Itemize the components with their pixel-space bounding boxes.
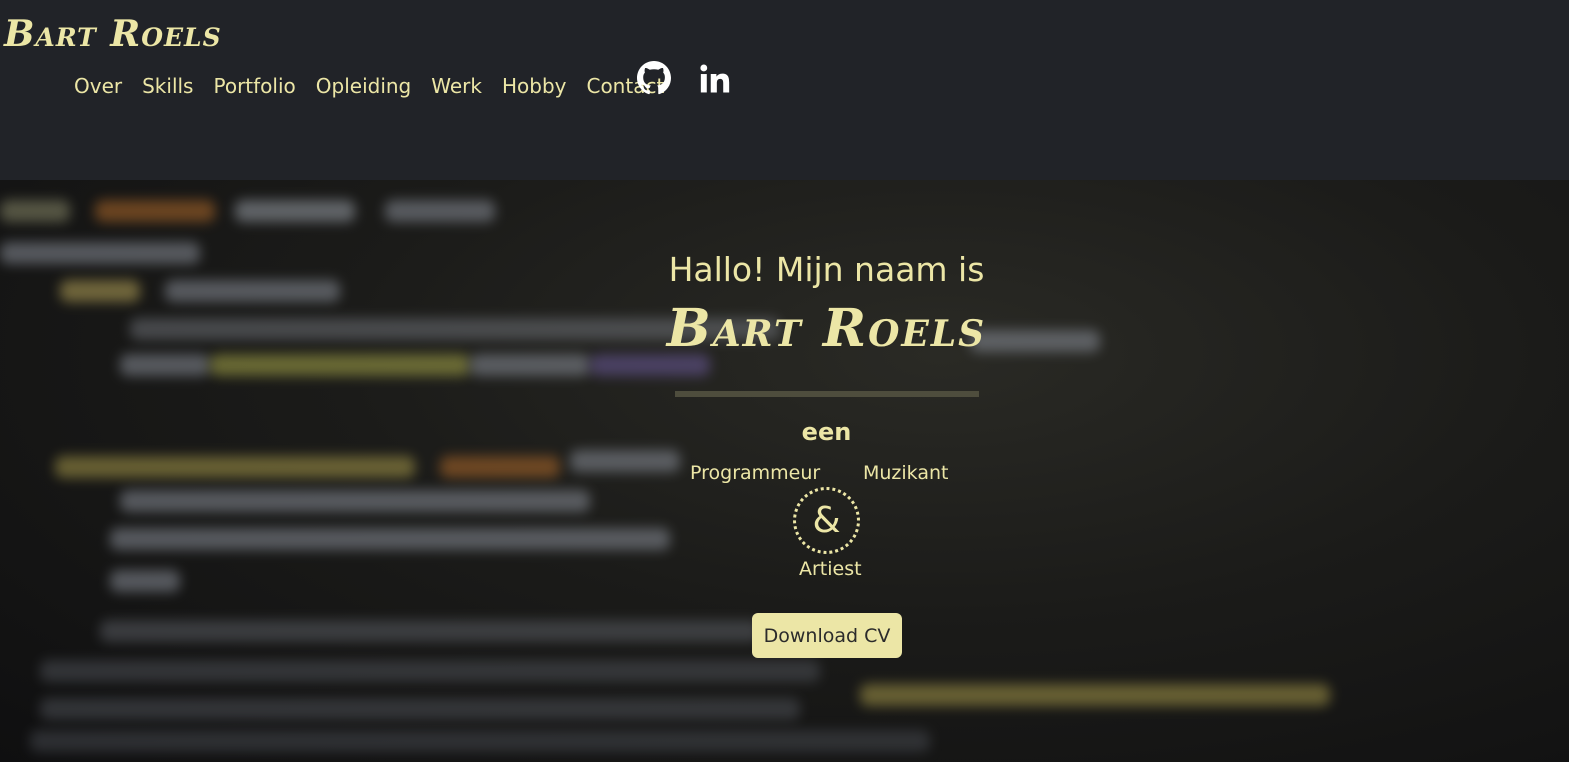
- nav-link-skills[interactable]: Skills: [142, 70, 193, 102]
- nav-link-hobby[interactable]: Hobby: [502, 70, 567, 102]
- nav-link-over[interactable]: Over: [74, 70, 122, 102]
- role-muzikant: Muzikant: [863, 462, 949, 484]
- hero-intro: Hallo! Mijn naam is: [668, 250, 985, 289]
- main-nav: Over Skills Portfolio Opleiding Werk Hob…: [74, 70, 684, 102]
- download-cv-button[interactable]: Download CV: [752, 613, 902, 658]
- hero-section: Hallo! Mijn naam is Bart Roels een Progr…: [0, 180, 1569, 762]
- github-link[interactable]: [636, 60, 672, 96]
- role-artiest: Artiest: [799, 558, 862, 580]
- github-icon: [637, 61, 671, 95]
- nav-link-werk[interactable]: Werk: [431, 70, 482, 102]
- hero-een: een: [801, 418, 852, 446]
- nav-link-portfolio[interactable]: Portfolio: [213, 70, 295, 102]
- nav-link-opleiding[interactable]: Opleiding: [316, 70, 411, 102]
- linkedin-icon: [700, 64, 730, 93]
- role-programmeur: Programmeur: [690, 462, 821, 484]
- linkedin-link[interactable]: [697, 60, 733, 98]
- hero-divider: [675, 391, 979, 397]
- hero-name: Bart Roels: [666, 298, 987, 359]
- ampersand-circle: &: [793, 487, 860, 554]
- header: Bart Roels Over Skills Portfolio Opleidi…: [0, 0, 1569, 180]
- site-logo[interactable]: Bart Roels: [4, 12, 222, 56]
